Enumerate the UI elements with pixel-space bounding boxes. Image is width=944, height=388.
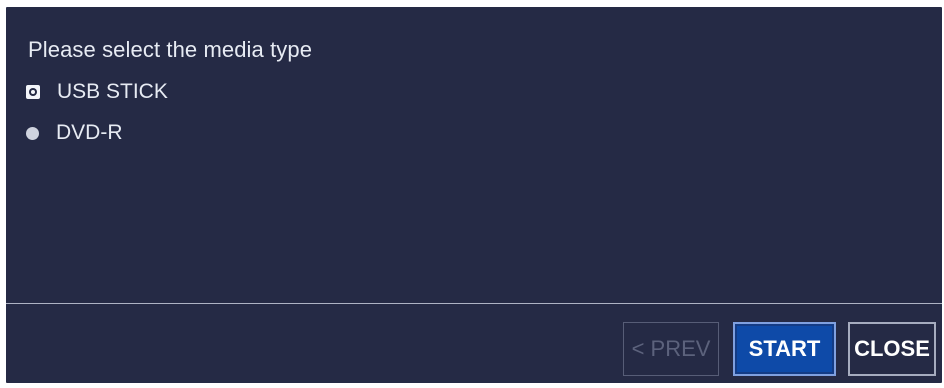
dialog-prompt: Please select the media type (28, 37, 313, 62)
option-dvd-r[interactable]: DVD-R (26, 121, 123, 145)
prev-button[interactable]: < PREV (623, 322, 719, 376)
option-usb-stick[interactable]: USB STICK (26, 80, 168, 104)
media-type-dialog: Please select the media type USB STICK D… (6, 7, 942, 383)
radio-selected-icon[interactable] (26, 85, 40, 99)
close-button[interactable]: CLOSE (848, 322, 936, 376)
radio-unselected-icon[interactable] (26, 126, 39, 140)
option-label: DVD-R (56, 121, 123, 144)
start-button[interactable]: START (733, 322, 836, 376)
footer-divider (6, 303, 942, 304)
option-label: USB STICK (57, 80, 168, 103)
